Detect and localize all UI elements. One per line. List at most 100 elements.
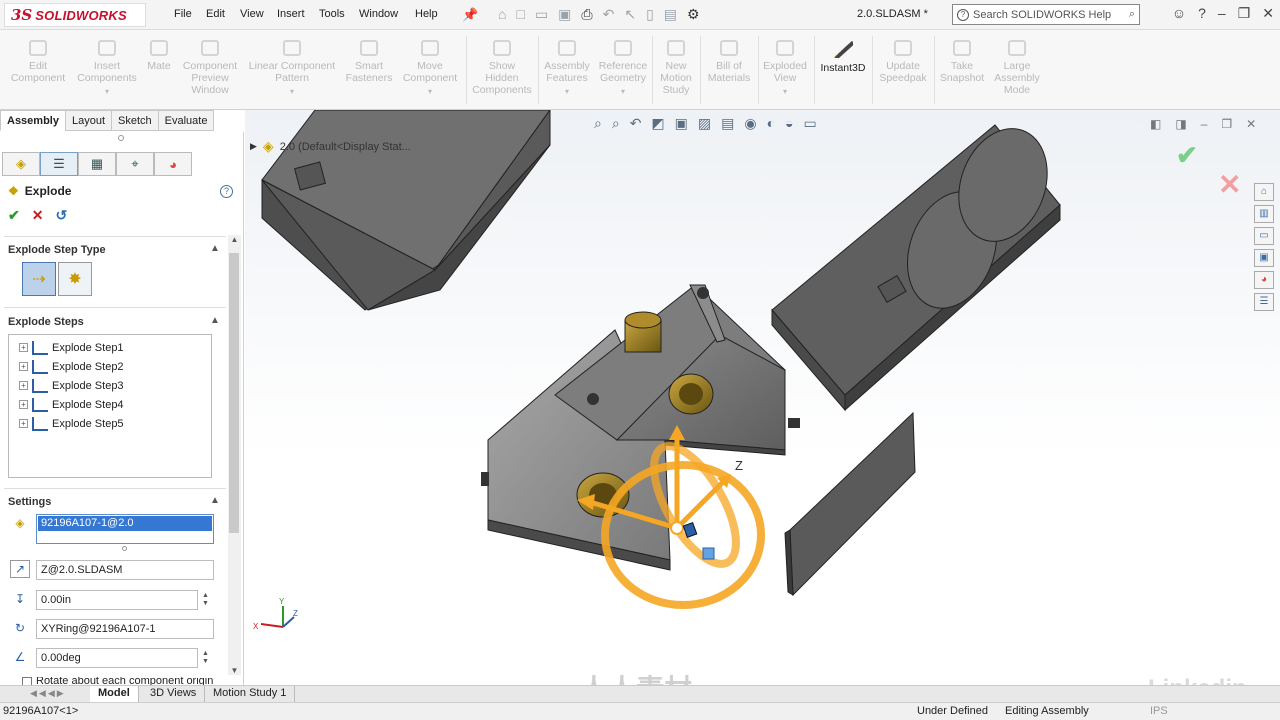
chevron-down-icon[interactable]: ▾ — [244, 86, 340, 98]
minimize-icon[interactable]: – — [1201, 117, 1208, 131]
tile-right-icon[interactable]: ◨ — [1175, 117, 1186, 131]
explode-steps-list[interactable]: + Explode Step1 + Explode Step2 + Explode S… — [8, 334, 212, 478]
panel-scrollbar[interactable]: ▲ ▼ — [228, 235, 241, 675]
insert-components-button[interactable]: Insert Components ▾ — [72, 40, 142, 98]
tile-left-icon[interactable]: ◧ — [1150, 117, 1161, 131]
display-manager-tab[interactable]: ◕ — [154, 152, 192, 176]
expand-plus-icon[interactable]: + — [19, 419, 28, 428]
edit-appearance-icon[interactable]: ◐ — [767, 115, 775, 132]
show-hidden-components-button[interactable]: Show Hidden Components — [468, 40, 536, 96]
take-snapshot-button[interactable]: Take Snapshot — [934, 40, 990, 84]
bill-of-materials-button[interactable]: Bill of Materials — [702, 40, 756, 84]
chevron-down-icon[interactable]: ▾ — [596, 86, 650, 98]
help-icon[interactable]: ? — [1198, 5, 1206, 22]
instant3d-button[interactable]: Instant3D — [816, 40, 870, 74]
edit-component-button[interactable]: Edit Component — [8, 40, 68, 84]
assembly-model[interactable]: Z Y X Z — [245, 110, 1280, 685]
tab-3d-views[interactable]: 3D Views — [142, 686, 206, 702]
menu-insert[interactable]: Insert — [277, 8, 305, 20]
scroll-down-arrow[interactable]: ▼ — [228, 666, 241, 675]
direction-field[interactable]: Z@2.0.SLDASM — [36, 560, 214, 580]
zoom-to-fit-icon[interactable]: ⌕ — [594, 115, 602, 132]
minimize-icon[interactable]: – — [1218, 5, 1226, 22]
exploded-view-button[interactable]: Exploded View ▾ — [758, 40, 812, 98]
user-icon[interactable]: ☺ — [1172, 5, 1186, 22]
configuration-manager-tab[interactable]: ▦ — [78, 152, 116, 176]
dimxpert-manager-tab[interactable]: ⌖ — [116, 152, 154, 176]
graphics-area[interactable]: Z Y X Z — [245, 110, 1280, 685]
panel-help-button[interactable]: ? — [220, 185, 233, 198]
view-settings-icon[interactable]: ▭ — [804, 115, 817, 132]
tab-scroll-arrows[interactable]: ◀◀◀▶ — [30, 688, 66, 699]
distance-spinner[interactable]: ▲ ▼ — [202, 592, 209, 608]
scrollbar-thumb[interactable] — [229, 253, 239, 533]
list-item[interactable]: + Explode Step5 — [9, 414, 211, 433]
flyout-feature-tree[interactable]: ▶ ◈ 2.0 (Default<Display Stat... — [250, 138, 411, 155]
expand-plus-icon[interactable]: + — [19, 381, 28, 390]
previous-view-icon[interactable]: ↶ — [630, 115, 642, 132]
search-help-input[interactable]: ? Search SOLIDWORKS Help ⌕ — [952, 4, 1140, 25]
angle-input[interactable]: 0.00deg — [36, 648, 198, 668]
confirm-corner-cancel-icon[interactable]: ✕ — [1218, 168, 1241, 201]
chevron-down-icon[interactable]: ▾ — [398, 86, 462, 98]
menu-edit[interactable]: Edit — [206, 8, 225, 20]
tab-evaluate[interactable]: Evaluate — [157, 110, 215, 131]
explode-step-type-header[interactable]: Explode Step Type — [8, 244, 106, 256]
menu-file[interactable]: File — [174, 8, 192, 20]
radial-step-button[interactable]: ✸ — [58, 262, 92, 296]
expand-plus-icon[interactable]: + — [19, 343, 28, 352]
chevron-down-icon[interactable]: ▾ — [758, 86, 812, 98]
undo-step-button[interactable]: ↺ — [55, 207, 67, 224]
mate-button[interactable]: Mate — [142, 40, 176, 72]
collapse-chevron-up-icon[interactable]: ▲ — [210, 315, 220, 326]
chevron-down-icon[interactable]: ▾ — [540, 86, 594, 98]
large-assembly-mode-button[interactable]: Large Assembly Mode — [990, 40, 1044, 96]
home-icon[interactable]: ⌂ — [498, 6, 506, 23]
assembly-features-button[interactable]: Assembly Features ▾ — [540, 40, 594, 98]
move-component-button[interactable]: Move Component ▾ — [398, 40, 462, 98]
menu-window[interactable]: Window — [359, 8, 398, 20]
section-view-icon[interactable]: ◩ — [651, 115, 664, 132]
restore-icon[interactable]: ❐ — [1238, 5, 1251, 22]
solidworks-resources-icon[interactable]: ⌂ — [1254, 183, 1274, 201]
cancel-x-button[interactable]: ✕ — [32, 207, 44, 224]
new-motion-study-button[interactable]: New Motion Study — [654, 40, 698, 96]
chevron-down-icon[interactable]: ▾ — [72, 86, 142, 98]
tab-layout[interactable]: Layout — [64, 110, 113, 131]
confirm-corner-ok-icon[interactable]: ✔ — [1176, 140, 1198, 171]
hide-show-items-icon[interactable]: ◉ — [744, 115, 756, 132]
display-style-icon[interactable]: ▤ — [721, 115, 734, 132]
menu-view[interactable]: View — [240, 8, 264, 20]
component-preview-window-button[interactable]: Component Preview Window — [178, 40, 242, 96]
property-manager-tab[interactable]: ☰ — [40, 152, 78, 176]
save-icon[interactable]: ▣ — [558, 6, 571, 23]
pin-icon[interactable]: 📌 — [462, 7, 478, 23]
direction-arrow-icon[interactable]: ↗ — [10, 560, 30, 578]
zoom-to-area-icon[interactable]: ⌕ — [612, 115, 620, 132]
menu-help[interactable]: Help — [415, 8, 438, 20]
selected-component[interactable]: 92196A107-1@2.0 — [38, 516, 212, 531]
tab-assembly[interactable]: Assembly — [0, 110, 66, 131]
reference-geometry-button[interactable]: Reference Geometry ▾ — [596, 40, 650, 98]
angle-spinner[interactable]: ▲ ▼ — [202, 650, 209, 666]
resize-handle[interactable] — [122, 546, 127, 551]
file-properties-icon[interactable]: ▤ — [664, 6, 677, 23]
solidworks-logo[interactable]: 3S SOLIDWORKS — [4, 3, 146, 27]
expand-arrow-icon[interactable]: ▶ — [250, 141, 257, 152]
rebuild-icon[interactable]: ▯ — [646, 6, 654, 23]
linear-component-pattern-button[interactable]: Linear Component Pattern ▾ — [244, 40, 340, 98]
tab-motion-study[interactable]: Motion Study 1 — [205, 686, 296, 702]
design-library-icon[interactable]: ▥ — [1254, 205, 1274, 223]
file-explorer-icon[interactable]: ▭ — [1254, 227, 1274, 245]
smart-fasteners-button[interactable]: Smart Fasteners — [342, 40, 396, 84]
expand-plus-icon[interactable]: + — [19, 362, 28, 371]
components-selection-box[interactable]: 92196A107-1@2.0 — [36, 514, 214, 544]
list-item[interactable]: + Explode Step1 — [9, 338, 211, 357]
scroll-up-arrow[interactable]: ▲ — [228, 235, 241, 244]
regular-step-button[interactable]: ⇢ — [22, 262, 56, 296]
dynamic-annotation-icon[interactable]: ▣ — [675, 115, 688, 132]
close-icon[interactable]: ✕ — [1246, 117, 1256, 131]
view-palette-icon[interactable]: ▣ — [1254, 249, 1274, 267]
print-icon[interactable]: ⎙ — [581, 6, 592, 23]
bracket-assembly-center[interactable] — [481, 284, 800, 571]
